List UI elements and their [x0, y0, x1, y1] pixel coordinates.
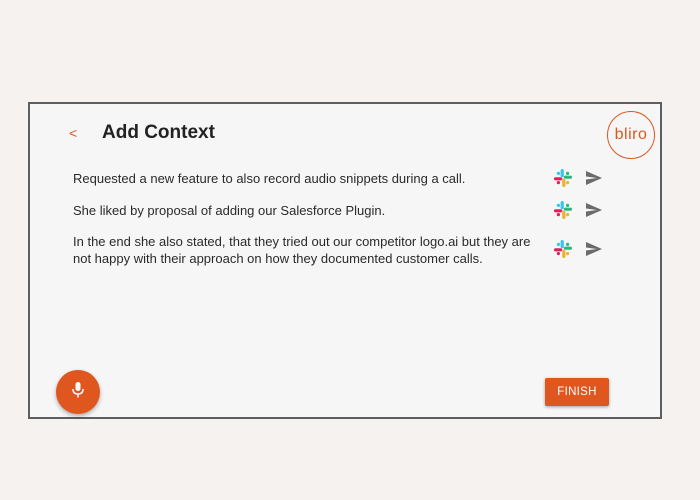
record-button[interactable]: [56, 370, 100, 414]
microphone-icon: [71, 381, 85, 404]
context-note-2: She liked by proposal of adding our Sale…: [73, 203, 386, 218]
bliro-logo: bliro: [607, 111, 655, 159]
slack-icon[interactable]: [553, 239, 573, 264]
slack-icon[interactable]: [553, 200, 573, 225]
context-note-1: Requested a new feature to also record a…: [73, 171, 466, 186]
context-note-3: In the end she also stated, that they tr…: [73, 234, 531, 266]
note-1-actions: [553, 168, 603, 193]
logo-text: bliro: [614, 126, 648, 143]
finish-button[interactable]: FINISH: [545, 378, 609, 406]
add-context-panel: < Add Context bliro Requested a new feat…: [28, 102, 662, 419]
slack-icon[interactable]: [553, 168, 573, 193]
send-icon[interactable]: [585, 202, 603, 223]
page-title: Add Context: [102, 122, 215, 143]
note-3-actions: [553, 239, 603, 264]
send-icon[interactable]: [585, 170, 603, 191]
send-icon[interactable]: [585, 241, 603, 262]
note-2-actions: [553, 200, 603, 225]
back-button[interactable]: <: [69, 124, 77, 142]
